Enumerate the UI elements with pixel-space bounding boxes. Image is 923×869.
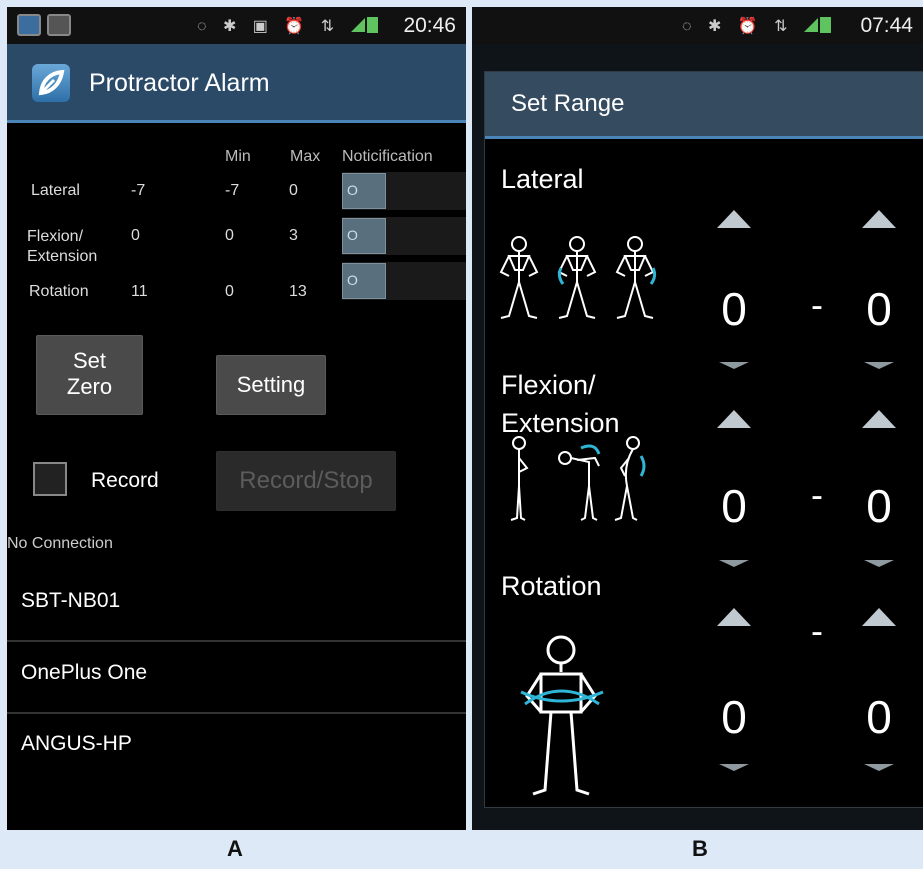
row-label: Lateral — [31, 182, 80, 199]
header-max: Max — [290, 148, 321, 165]
row-value: 11 — [131, 283, 148, 300]
row-label: Flexion/ Extension — [27, 228, 98, 265]
app-title: Protractor Alarm — [89, 69, 270, 97]
status-bar: ◌ ✱ ⏰ ⇅ 07:44 — [472, 7, 923, 44]
phone-screen-b: ◌ ✱ ⏰ ⇅ 07:44 Set Range Lateral 0 - 0 Fl… — [472, 7, 923, 830]
rotation-min-increment-button[interactable] — [717, 608, 751, 626]
row-value: -7 — [131, 182, 146, 199]
figure-caption-b: B — [692, 836, 708, 861]
action-bar: Protractor Alarm — [7, 44, 466, 123]
lateral-max-decrement-button[interactable] — [864, 362, 894, 369]
record-label: Record — [91, 469, 159, 492]
flexion-max-value: 0 — [866, 480, 892, 532]
section-label-lateral: Lateral — [501, 164, 584, 194]
notification-switch-flexion[interactable]: O — [342, 217, 466, 255]
rotation-min-value: 0 — [721, 691, 747, 743]
flexion-max-increment-button[interactable] — [862, 410, 896, 428]
flexion-min-decrement-button[interactable] — [719, 560, 749, 567]
notification-switch-lateral[interactable]: O — [342, 172, 466, 210]
record-checkbox[interactable] — [33, 462, 67, 496]
switch-state: O — [347, 227, 358, 243]
status-bar: ◌ ✱ ▣ ⏰ ⇅ 20:46 — [7, 7, 466, 44]
lateral-min-value: 0 — [721, 283, 747, 335]
lateral-max-increment-button[interactable] — [862, 210, 896, 228]
device-name: SBT-NB01 — [21, 589, 121, 612]
device-list-item[interactable]: ANGUS-HP — [7, 713, 466, 783]
camera-notification-icon — [47, 14, 71, 36]
flexion-max-decrement-button[interactable] — [864, 560, 894, 567]
status-time: 07:44 — [860, 14, 913, 37]
device-name: ANGUS-HP — [21, 732, 132, 755]
row-min: -7 — [225, 182, 240, 199]
lateral-min-decrement-button[interactable] — [719, 362, 749, 369]
header-min: Min — [225, 148, 251, 165]
rotation-max-decrement-button[interactable] — [864, 764, 894, 771]
row-label: Rotation — [29, 283, 89, 300]
row-min: 0 — [225, 227, 234, 244]
header-notification: Noticification — [342, 148, 433, 165]
notification-switch-rotation[interactable]: O — [342, 262, 466, 300]
range-separator: - — [811, 610, 823, 651]
record-stop-button[interactable]: Record/Stop — [216, 451, 396, 511]
range-separator: - — [811, 284, 823, 325]
device-list-item[interactable]: OnePlus One — [7, 642, 466, 714]
phone-screen-a: ◌ ✱ ▣ ⏰ ⇅ 20:46 Protractor Alarm Min Max… — [7, 7, 466, 830]
lateral-min-increment-button[interactable] — [717, 210, 751, 228]
rotation-min-decrement-button[interactable] — [719, 764, 749, 771]
dialog-title-bar: Set Range — [485, 72, 923, 139]
switch-state: O — [347, 272, 358, 288]
flexion-min-value: 0 — [721, 480, 747, 532]
lateral-max-value: 0 — [866, 283, 892, 335]
rotation-max-value: 0 — [866, 691, 892, 743]
app-logo-icon — [32, 64, 70, 102]
figure-caption-a: A — [227, 836, 243, 861]
rotation-max-increment-button[interactable] — [862, 608, 896, 626]
device-name: OnePlus One — [21, 661, 148, 684]
range-separator: - — [811, 474, 823, 515]
row-value: 0 — [131, 227, 140, 244]
status-time: 20:46 — [403, 14, 456, 37]
row-max: 13 — [289, 283, 307, 300]
row-min: 0 — [225, 283, 234, 300]
set-zero-button[interactable]: Set Zero — [36, 335, 143, 415]
set-range-dialog: Set Range Lateral 0 - 0 Flexion/ Extensi… — [484, 71, 923, 808]
status-icons: ◌ ✱ ▣ ⏰ ⇅ — [197, 16, 378, 36]
dialog-title: Set Range — [511, 90, 625, 117]
device-list-item[interactable]: SBT-NB01 — [7, 570, 466, 642]
status-icons: ◌ ✱ ⏰ ⇅ — [682, 16, 832, 36]
notification-app-icon — [17, 14, 41, 36]
switch-state: O — [347, 182, 358, 198]
flexion-min-increment-button[interactable] — [717, 410, 751, 428]
row-max: 3 — [289, 227, 298, 244]
section-label-flexion-extension: Flexion/ Extension — [501, 370, 620, 438]
setting-button[interactable]: Setting — [216, 355, 326, 415]
section-label-rotation: Rotation — [501, 571, 602, 601]
row-max: 0 — [289, 182, 298, 199]
connection-status: No Connection — [7, 535, 113, 552]
